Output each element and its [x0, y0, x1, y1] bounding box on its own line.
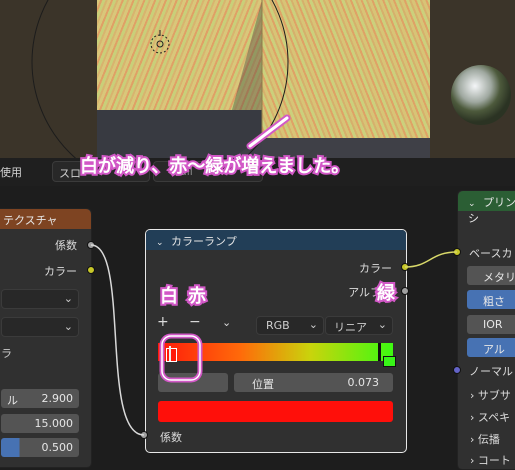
annotation-marks [159, 114, 291, 383]
annotation-green: 緑 [375, 281, 397, 306]
annotation-white: 白 [158, 284, 180, 309]
annotation-caption: 白が減り、赤～緑が増えました。 [78, 154, 351, 179]
annotation-red: 赤 [186, 284, 208, 309]
